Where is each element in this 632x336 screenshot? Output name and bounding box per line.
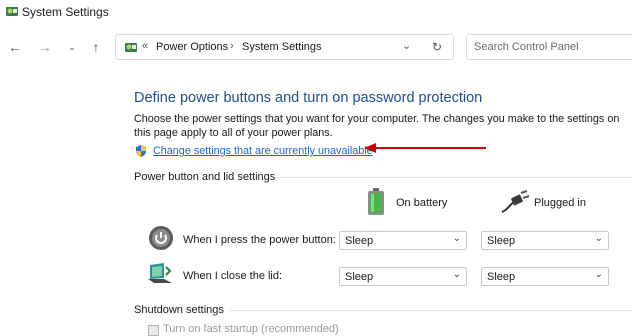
address-dropdown-chevron-down-icon[interactable]: ⌄ bbox=[402, 39, 411, 52]
window-title: System Settings bbox=[22, 5, 109, 19]
page-description: Choose the power settings that you want … bbox=[134, 113, 620, 139]
uac-shield-icon bbox=[136, 145, 146, 157]
power-plug-icon bbox=[501, 190, 530, 213]
section-divider bbox=[276, 177, 632, 178]
power-button-icon bbox=[149, 226, 173, 250]
chevron-down-icon: ⌄ bbox=[452, 233, 461, 244]
fast-startup-checkbox[interactable] bbox=[148, 325, 159, 336]
change-settings-link[interactable]: Change settings that are currently unava… bbox=[153, 145, 373, 157]
search-placeholder: Search Control Panel bbox=[474, 41, 579, 53]
refresh-icon[interactable]: ↻ bbox=[432, 40, 442, 54]
battery-icon bbox=[368, 188, 384, 215]
recent-locations-chevron-down-icon[interactable]: ⌄ bbox=[62, 37, 82, 57]
power-button-label: When I press the power button: bbox=[183, 234, 336, 246]
annotation-arrow bbox=[364, 143, 486, 153]
power-button-plugged-in-select[interactable]: Sleep ⌄ bbox=[481, 231, 609, 250]
control-panel-icon bbox=[6, 7, 18, 16]
close-lid-plugged-in-select[interactable]: Sleep ⌄ bbox=[481, 267, 609, 286]
address-bar[interactable]: « Power Options › System Settings ⌄ ↻ bbox=[115, 34, 454, 60]
laptop-lid-icon bbox=[148, 263, 172, 283]
select-value: Sleep bbox=[487, 271, 516, 283]
breadcrumb-power-options[interactable]: Power Options bbox=[156, 41, 228, 53]
chevron-down-icon: ⌄ bbox=[594, 233, 603, 244]
back-arrow-icon[interactable]: ← bbox=[5, 37, 25, 57]
plugged-in-header: Plugged in bbox=[534, 197, 586, 209]
forward-arrow-icon[interactable]: → bbox=[35, 37, 55, 57]
breadcrumb-overflow[interactable]: « bbox=[142, 40, 148, 52]
chevron-down-icon: ⌄ bbox=[452, 269, 461, 280]
shutdown-section-label: Shutdown settings bbox=[134, 304, 224, 316]
breadcrumb-system-settings[interactable]: System Settings bbox=[242, 41, 321, 53]
section-divider bbox=[230, 310, 632, 311]
power-button-on-battery-select[interactable]: Sleep ⌄ bbox=[339, 231, 467, 250]
power-section-label: Power button and lid settings bbox=[134, 171, 276, 183]
select-value: Sleep bbox=[345, 271, 374, 283]
search-input[interactable]: Search Control Panel bbox=[466, 34, 632, 60]
control-panel-icon bbox=[125, 43, 137, 52]
fast-startup-label: Turn on fast startup (recommended) bbox=[163, 323, 339, 335]
up-arrow-icon[interactable]: ↑ bbox=[86, 37, 106, 57]
close-lid-label: When I close the lid: bbox=[183, 270, 283, 282]
on-battery-header: On battery bbox=[396, 197, 448, 209]
close-lid-on-battery-select[interactable]: Sleep ⌄ bbox=[339, 267, 467, 286]
chevron-down-icon: ⌄ bbox=[594, 269, 603, 280]
breadcrumb-separator[interactable]: › bbox=[230, 40, 234, 52]
select-value: Sleep bbox=[345, 235, 374, 247]
select-value: Sleep bbox=[487, 235, 516, 247]
title-bar: System Settings bbox=[0, 0, 632, 26]
page-title: Define power buttons and turn on passwor… bbox=[134, 90, 483, 106]
